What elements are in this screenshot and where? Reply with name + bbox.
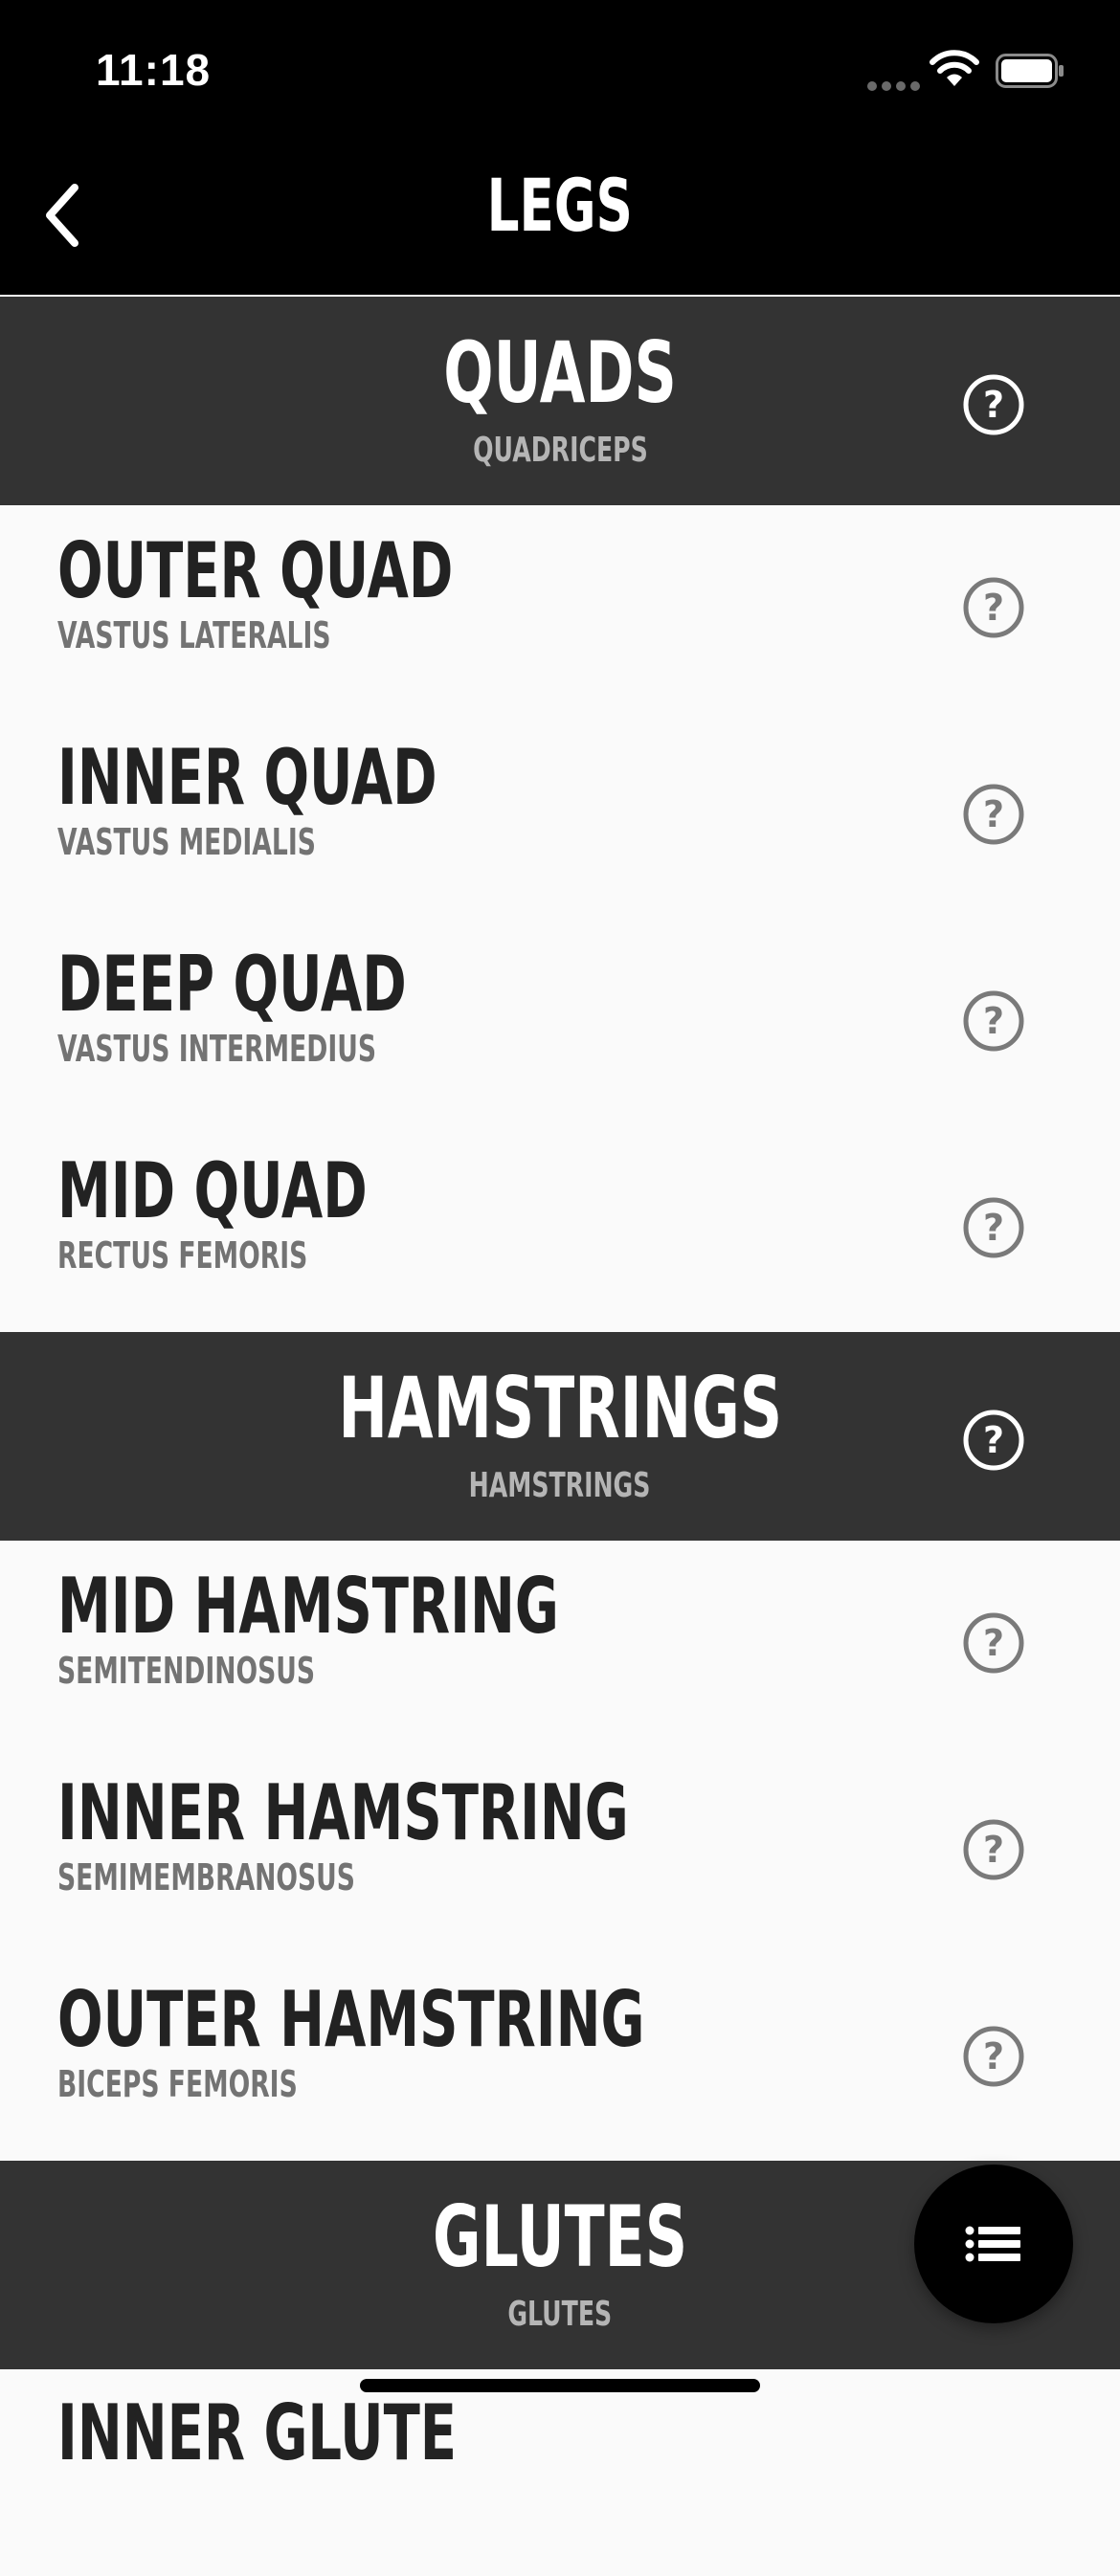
navigation-bar: 11:18 LEGS (0, 0, 1120, 295)
list-item-outer-hamstring[interactable]: OUTER HAMSTRING BICEPS FEMORIS ? (0, 1954, 1120, 2161)
help-icon[interactable]: ? (962, 373, 1025, 436)
cellular-signal-icon (867, 77, 925, 95)
svg-text:?: ? (983, 1419, 1004, 1461)
svg-text:?: ? (983, 2035, 1004, 2077)
section-subtitle: HAMSTRINGS (469, 1466, 651, 1505)
item-title: INNER GLUTE (57, 2388, 458, 2477)
svg-text:?: ? (983, 1622, 1004, 1664)
svg-text:?: ? (983, 793, 1004, 835)
page-title: LEGS (486, 163, 634, 248)
item-subtitle: SEMIMEMBRANOSUS (57, 1856, 355, 1899)
help-icon[interactable]: ? (962, 1818, 1025, 1881)
item-subtitle: BICEPS FEMORIS (57, 2063, 298, 2105)
item-title: INNER HAMSTRING (57, 1768, 629, 1857)
item-subtitle: VASTUS MEDIALIS (57, 821, 316, 863)
item-subtitle: SEMITENDINOSUS (57, 1650, 316, 1692)
help-icon[interactable]: ? (962, 2025, 1025, 2088)
section-title: QUADS (443, 323, 677, 422)
help-icon[interactable]: ? (962, 1611, 1025, 1675)
item-title: OUTER HAMSTRING (57, 1975, 645, 2064)
list-item-inner-hamstring[interactable]: INNER HAMSTRING SEMIMEMBRANOSUS ? (0, 1747, 1120, 1954)
item-title: INNER QUAD (57, 733, 437, 822)
list-item-inner-glute[interactable]: INNER GLUTE (0, 2369, 1120, 2576)
help-icon[interactable]: ? (962, 783, 1025, 846)
svg-text:?: ? (983, 1207, 1004, 1249)
list-item-inner-quad[interactable]: INNER QUAD VASTUS MEDIALIS ? (0, 712, 1120, 919)
status-time: 11:18 (96, 45, 212, 95)
section-header-hamstrings: HAMSTRINGS HAMSTRINGS ? (0, 1332, 1120, 1541)
help-icon[interactable]: ? (962, 1409, 1025, 1472)
svg-text:?: ? (983, 1000, 1004, 1042)
svg-text:?: ? (983, 587, 1004, 629)
section-title: HAMSTRINGS (338, 1359, 782, 1457)
help-icon[interactable]: ? (962, 576, 1025, 639)
svg-text:?: ? (983, 384, 1004, 426)
item-title: MID QUAD (57, 1146, 368, 1235)
home-indicator[interactable] (360, 2379, 760, 2392)
battery-icon (996, 54, 1064, 88)
list-icon (965, 2226, 1020, 2262)
help-icon[interactable]: ? (962, 989, 1025, 1053)
list-item-outer-quad[interactable]: OUTER QUAD VASTUS LATERALIS ? (0, 505, 1120, 712)
section-header-quads: QUADS QUADRICEPS ? (0, 297, 1120, 505)
list-item-deep-quad[interactable]: DEEP QUAD VASTUS INTERMEDIUS ? (0, 919, 1120, 1125)
help-icon[interactable]: ? (962, 1196, 1025, 1259)
item-subtitle: RECTUS FEMORIS (57, 1234, 308, 1277)
section-subtitle: QUADRICEPS (472, 431, 648, 470)
item-subtitle: VASTUS LATERALIS (57, 614, 331, 656)
svg-text:?: ? (983, 1829, 1004, 1871)
item-subtitle: VASTUS INTERMEDIUS (57, 1028, 377, 1070)
wifi-icon (930, 50, 979, 86)
list-item-mid-hamstring[interactable]: MID HAMSTRING SEMITENDINOSUS ? (0, 1541, 1120, 1747)
item-title: MID HAMSTRING (57, 1562, 559, 1651)
list-view-button[interactable] (914, 2165, 1073, 2323)
list-item-mid-quad[interactable]: MID QUAD RECTUS FEMORIS ? (0, 1125, 1120, 1332)
item-title: DEEP QUAD (57, 940, 407, 1029)
item-title: OUTER QUAD (57, 526, 454, 615)
